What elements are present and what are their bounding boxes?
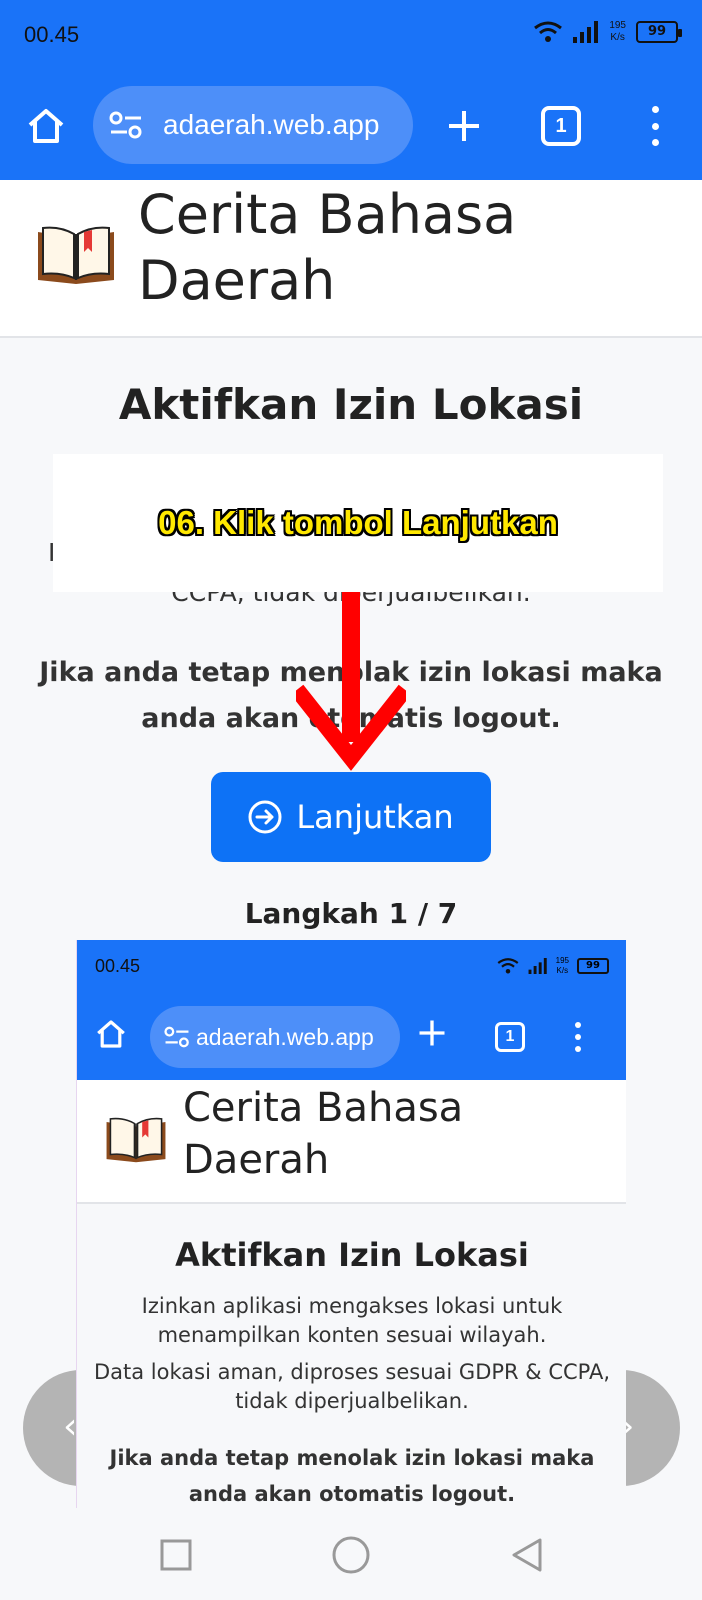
embedded-heading: Aktifkan Izin Lokasi	[175, 1236, 529, 1274]
status-icons: 195 K/s 99	[533, 20, 682, 44]
status-bar: 00.45 195 K/s 99	[0, 0, 702, 72]
embedded-status-icons: 195 K/s 99	[496, 956, 609, 976]
site-title: Cerita Bahasa Daerah	[138, 183, 517, 312]
battery-icon: 99	[636, 21, 682, 43]
screen: 00.45 195 K/s 99 adaerah.web.app 1 Cerit…	[0, 0, 702, 1600]
site-settings-icon[interactable]	[109, 111, 159, 139]
embedded-tab-switcher: 1	[495, 1022, 525, 1052]
browser-toolbar: adaerah.web.app 1	[0, 72, 702, 180]
embedded-privacy-text: Data lokasi aman, diproses sesuai GDPR &…	[93, 1360, 611, 1413]
embedded-screenshot: 00.45 195 K/s 99 adaerah.web.app 1 Cerit…	[76, 940, 626, 1508]
embedded-status-time: 00.45	[95, 956, 141, 976]
signal-icon	[528, 958, 547, 974]
book-icon	[105, 1114, 167, 1168]
system-nav-bar	[0, 1508, 702, 1600]
home-button[interactable]	[22, 102, 70, 150]
back-button[interactable]	[504, 1532, 550, 1578]
home-icon	[28, 109, 64, 143]
network-speed: 195 K/s	[609, 20, 626, 43]
new-tab-button[interactable]	[440, 102, 488, 150]
plus-icon	[419, 1020, 445, 1046]
url-text: adaerah.web.app	[163, 109, 380, 140]
more-menu-icon	[573, 1022, 583, 1052]
site-header: Cerita Bahasa Daerah	[0, 180, 702, 338]
arrow-circle-right-icon	[248, 800, 282, 834]
embedded-browser-toolbar: adaerah.web.app 1	[77, 998, 626, 1080]
embedded-permission-text: Izinkan aplikasi mengakses lokasi untuk …	[141, 1294, 563, 1347]
embedded-status-bar: 00.45 195 K/s 99	[77, 940, 626, 998]
more-menu-icon[interactable]	[640, 106, 670, 146]
wifi-icon	[534, 21, 563, 42]
back-triangle-icon	[512, 1538, 542, 1572]
recents-button[interactable]	[153, 1532, 199, 1578]
home-icon	[97, 1020, 125, 1048]
embedded-site-header: Cerita Bahasa Daerah	[77, 1080, 626, 1204]
continue-button-label: Lanjutkan	[296, 798, 454, 836]
wifi-icon	[497, 958, 519, 974]
step-indicator: Langkah 1 / 7	[244, 897, 458, 930]
embedded-address-bar: adaerah.web.app	[150, 1006, 400, 1068]
embedded-site-title: Cerita Bahasa Daerah	[183, 1085, 464, 1183]
battery-icon: 99	[577, 958, 609, 974]
circle-icon	[332, 1536, 370, 1574]
square-icon	[160, 1539, 192, 1571]
embedded-network-speed: 195 K/s	[555, 956, 569, 975]
embedded-url-text: adaerah.web.app	[196, 1023, 374, 1050]
instruction-text: 06. Klik tombol Lanjutkan	[158, 504, 558, 541]
signal-icon	[573, 21, 599, 43]
site-settings-icon	[164, 1026, 189, 1048]
embedded-logout-warning: Jika anda tetap menolak izin lokasi maka…	[109, 1446, 595, 1506]
page-heading: Aktifkan Izin Lokasi	[118, 380, 584, 429]
tab-switcher-button[interactable]: 1	[541, 106, 581, 146]
home-nav-button[interactable]	[328, 1532, 374, 1578]
plus-icon	[449, 111, 479, 141]
continue-button[interactable]: Lanjutkan	[211, 772, 491, 862]
book-icon	[36, 222, 116, 290]
address-bar[interactable]: adaerah.web.app	[93, 86, 413, 164]
status-time: 00.45	[24, 22, 80, 47]
pointer-arrow-icon	[296, 592, 406, 771]
